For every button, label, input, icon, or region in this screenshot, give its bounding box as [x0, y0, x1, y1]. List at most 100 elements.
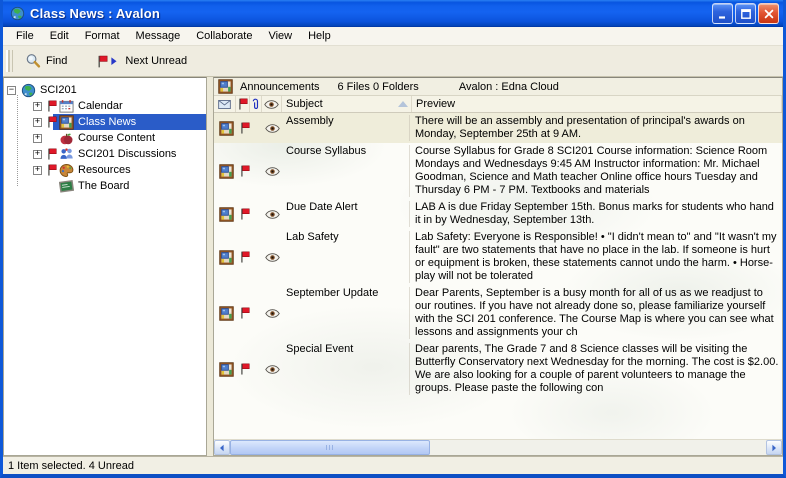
- unread-flag-icon: [45, 116, 58, 128]
- subject-header-label: Subject: [286, 98, 323, 110]
- maximize-button[interactable]: [735, 3, 756, 24]
- eye-icon: [265, 124, 280, 133]
- scroll-left-button[interactable]: [214, 440, 230, 455]
- news-icon: [219, 306, 234, 321]
- announcements-icon: [218, 79, 233, 94]
- message-row[interactable]: Special EventDear parents, The Grade 7 a…: [214, 341, 782, 397]
- message-preview: There will be an assembly and presentati…: [410, 115, 782, 141]
- column-viewed[interactable]: [262, 96, 282, 112]
- news-icon: [219, 164, 234, 179]
- message-list: AssemblyThere will be an assembly and pr…: [214, 113, 782, 439]
- message-subject: Assembly: [282, 115, 410, 141]
- menu-edit[interactable]: Edit: [42, 28, 77, 44]
- eye-icon: [265, 309, 280, 318]
- attachment-cell: [251, 145, 262, 197]
- tree-item-sci201[interactable]: − SCI201: [5, 82, 206, 98]
- message-row[interactable]: Due Date AlertLAB A is due Friday Septem…: [214, 199, 782, 229]
- news-icon: [219, 250, 234, 265]
- menu-collaborate[interactable]: Collaborate: [188, 28, 260, 44]
- tree-item-the-board[interactable]: +The Board: [5, 178, 206, 194]
- close-button[interactable]: [758, 3, 779, 24]
- message-item-icon: [214, 145, 238, 197]
- tree-item-label: The Board: [75, 179, 132, 193]
- find-button[interactable]: Find: [17, 50, 75, 72]
- menubar: FileEditFormatMessageCollaborateViewHelp: [3, 27, 783, 46]
- eye-icon: [265, 365, 280, 374]
- next-unread-label: Next Unread: [125, 55, 187, 67]
- menu-message[interactable]: Message: [128, 28, 189, 44]
- message-row[interactable]: Lab SafetyLab Safety: Everyone is Respon…: [214, 229, 782, 285]
- column-flag[interactable]: [236, 96, 250, 112]
- eye-icon: [264, 100, 279, 109]
- menu-format[interactable]: Format: [77, 28, 128, 44]
- message-subject: September Update: [282, 287, 410, 339]
- collapse-toggle[interactable]: −: [7, 86, 16, 95]
- board-icon: [59, 179, 74, 194]
- message-row[interactable]: September UpdateDear Parents, September …: [214, 285, 782, 341]
- preview-header-label: Preview: [416, 98, 455, 110]
- toolbar-grip[interactable]: [6, 50, 13, 72]
- next-unread-button[interactable]: Next Unread: [89, 52, 195, 71]
- expand-toggle[interactable]: +: [33, 150, 42, 159]
- attachment-cell: [251, 115, 262, 141]
- expand-toggle[interactable]: +: [33, 134, 42, 143]
- unread-flag-icon: [238, 231, 251, 283]
- flag-icon: [240, 165, 250, 177]
- discussions-icon: [59, 147, 74, 162]
- attachment-cell: [251, 231, 262, 283]
- panel-counts: 6 Files 0 Folders: [338, 81, 419, 93]
- viewed-eye-icon: [262, 287, 282, 339]
- column-preview[interactable]: Preview: [412, 96, 782, 112]
- toolbar: Find Next Unread: [3, 46, 783, 77]
- column-envelope[interactable]: [214, 96, 236, 112]
- minimize-button[interactable]: [712, 3, 733, 24]
- tree-item-label: Course Content: [75, 131, 158, 145]
- tree-item-label: Class News: [75, 115, 139, 129]
- flag-icon: [240, 122, 250, 134]
- flag-icon: [47, 148, 57, 160]
- menu-help[interactable]: Help: [300, 28, 339, 44]
- folder-tree: − SCI201 +Calendar+Class News+Course Con…: [3, 77, 207, 456]
- viewed-eye-icon: [262, 115, 282, 141]
- scroll-thumb[interactable]: [230, 440, 430, 455]
- attachment-cell: [251, 343, 262, 395]
- tree-item-resources[interactable]: +Resources: [5, 162, 206, 178]
- expand-toggle[interactable]: +: [33, 118, 42, 127]
- content-panel: Announcements 6 Files 0 Folders Avalon :…: [213, 77, 783, 456]
- unread-flag-icon: [45, 164, 58, 176]
- globe-icon: [20, 83, 37, 98]
- flag-icon: [47, 116, 57, 128]
- status-bar: 1 Item selected. 4 Unread: [3, 456, 783, 474]
- expand-toggle[interactable]: +: [33, 102, 42, 111]
- column-attachment[interactable]: [250, 96, 262, 112]
- message-preview: Dear Parents, September is a busy month …: [410, 287, 782, 339]
- column-subject[interactable]: Subject: [282, 96, 412, 112]
- app-window: Class News : Avalon FileEditFormatMessag…: [0, 0, 786, 478]
- tree-item-calendar[interactable]: +Calendar: [5, 98, 206, 114]
- unread-flag-icon: [45, 100, 58, 112]
- unread-flag-icon: [238, 145, 251, 197]
- scroll-track[interactable]: [430, 440, 766, 455]
- tree-item-course-content[interactable]: + Course Content: [5, 130, 206, 146]
- menu-file[interactable]: File: [8, 28, 42, 44]
- news-icon: [219, 207, 234, 222]
- h-scrollbar[interactable]: [214, 439, 782, 455]
- resources-icon: [59, 163, 74, 178]
- panel-header: Announcements 6 Files 0 Folders Avalon :…: [214, 78, 782, 96]
- panel-context: Avalon : Edna Cloud: [459, 81, 559, 93]
- eye-icon: [265, 167, 280, 176]
- titlebar[interactable]: Class News : Avalon: [3, 0, 783, 27]
- tree-item-sci201-discussions[interactable]: +SCI201 Discussions: [5, 146, 206, 162]
- expand-toggle[interactable]: +: [33, 166, 42, 175]
- tree-item-class-news[interactable]: + Class News: [5, 114, 206, 130]
- message-row[interactable]: AssemblyThere will be an assembly and pr…: [214, 113, 782, 143]
- message-item-icon: [214, 201, 238, 227]
- viewed-eye-icon: [262, 231, 282, 283]
- sort-ascending-icon: [398, 101, 408, 107]
- next-unread-icon: [97, 55, 120, 68]
- message-item-icon: [214, 343, 238, 395]
- scroll-right-button[interactable]: [766, 440, 782, 455]
- message-row[interactable]: Course SyllabusCourse Syllabus for Grade…: [214, 143, 782, 199]
- flag-icon: [47, 100, 57, 112]
- menu-view[interactable]: View: [260, 28, 300, 44]
